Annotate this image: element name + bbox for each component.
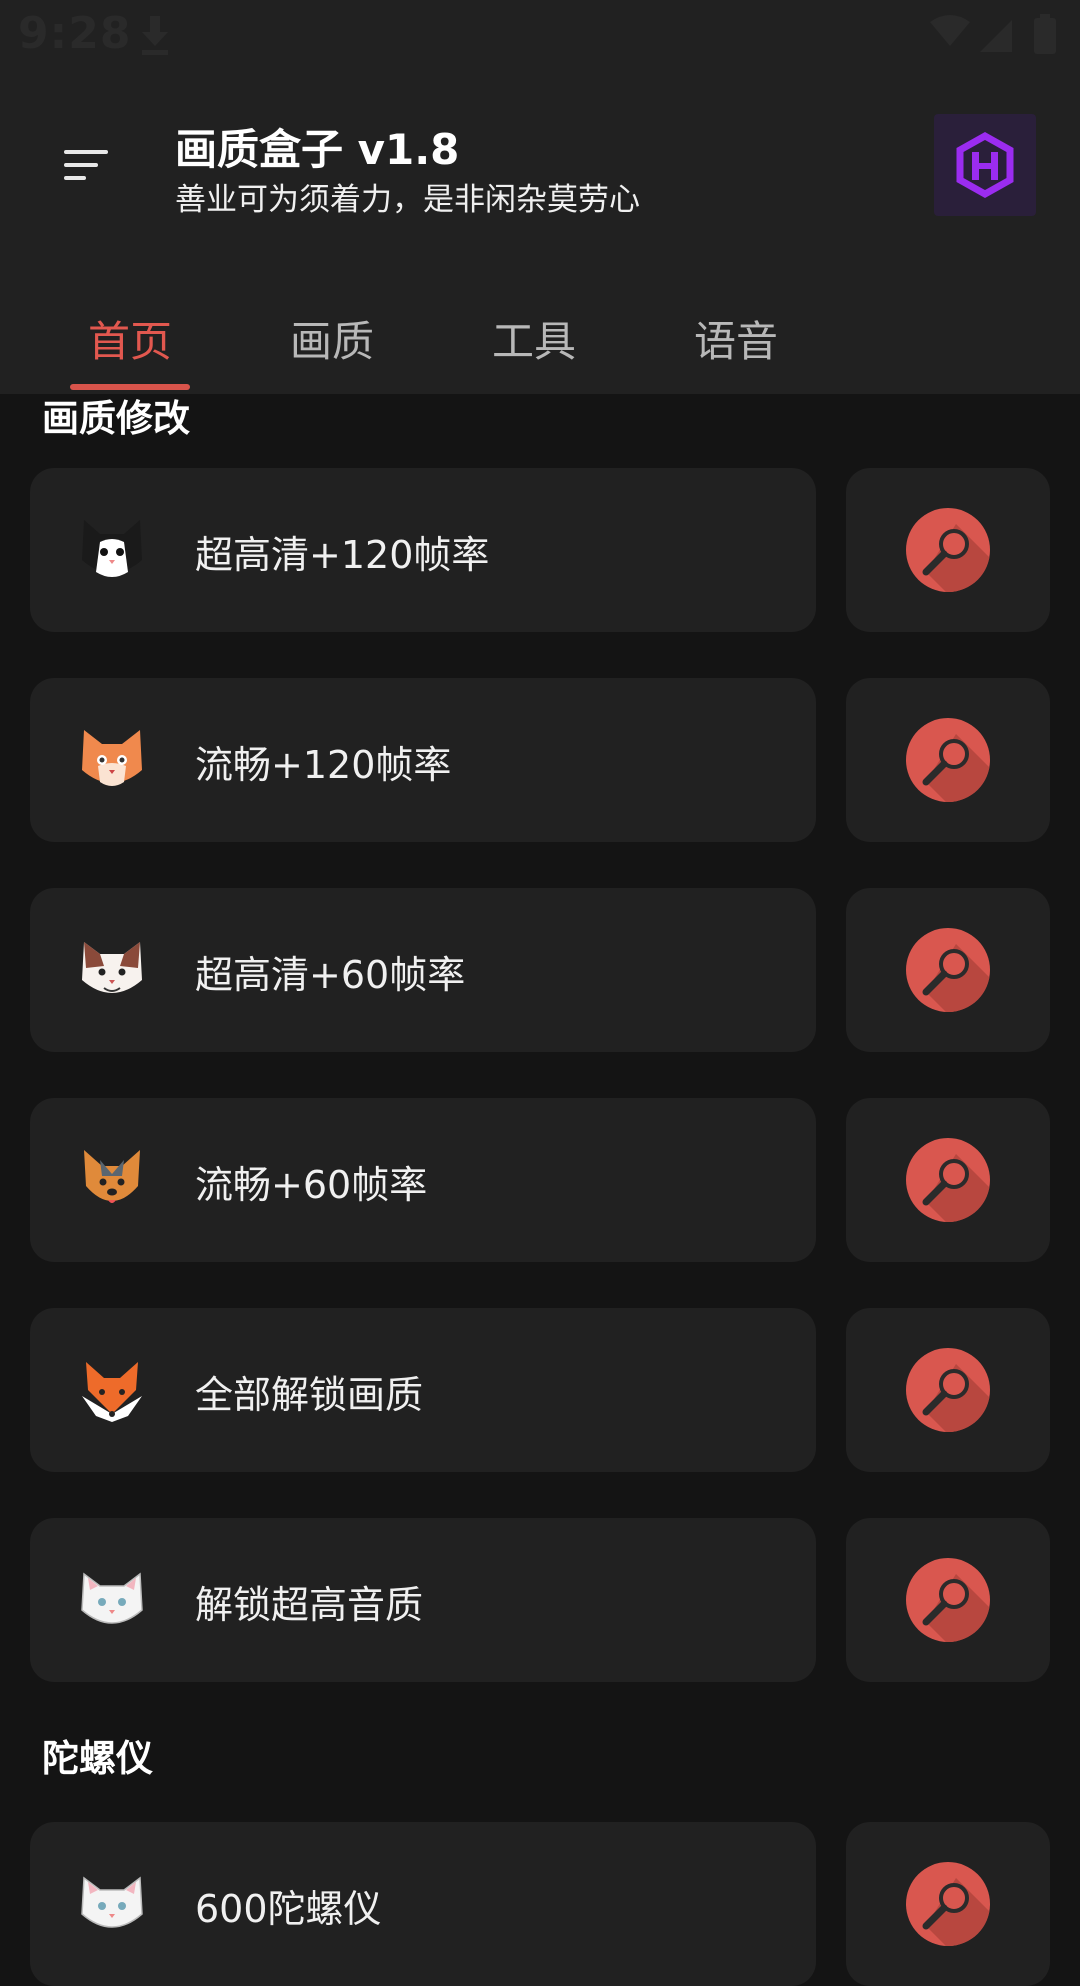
battery-icon: [1034, 14, 1056, 54]
action-button[interactable]: [846, 888, 1050, 1052]
magnifier-icon: [922, 524, 990, 592]
item-label: 超高清+60帧率: [195, 953, 466, 997]
item-label: 解锁超高音质: [195, 1583, 424, 1627]
action-circle: [906, 718, 990, 802]
white-cat-icon: [81, 1876, 143, 1928]
action-button[interactable]: [846, 1308, 1050, 1472]
list-item[interactable]: 全部解锁画质: [30, 1308, 816, 1472]
list-item[interactable]: 超高清+60帧率: [30, 888, 816, 1052]
status-icons: [930, 14, 1056, 54]
status-bar: 9:28: [0, 0, 1080, 74]
action-circle: [906, 928, 990, 1012]
tab-quality[interactable]: 画质: [252, 308, 412, 369]
status-time: 9:28: [18, 8, 132, 59]
action-button[interactable]: [846, 1822, 1050, 1986]
magnifier-icon: [922, 734, 990, 802]
black-white-cat-icon: [82, 520, 142, 577]
hexagon-logo-icon: [956, 132, 1014, 198]
menu-icon[interactable]: [64, 150, 110, 180]
action-circle: [906, 1558, 990, 1642]
terrier-dog-icon: [84, 1150, 140, 1203]
item-label: 600陀螺仪: [195, 1887, 382, 1931]
calico-cat-icon: [82, 942, 142, 993]
tab-home[interactable]: 首页: [50, 308, 210, 369]
section-title: 画质修改: [42, 397, 190, 440]
app-logo[interactable]: [934, 114, 1036, 216]
magnifier-icon: [922, 944, 990, 1012]
fox-icon: [82, 1362, 142, 1422]
white-cat-icon: [81, 1572, 143, 1624]
action-circle: [906, 1348, 990, 1432]
signal-icon: [980, 20, 1012, 52]
list-item[interactable]: 600陀螺仪: [30, 1822, 816, 1986]
magnifier-icon: [922, 1154, 990, 1222]
action-circle: [906, 1862, 990, 1946]
action-circle: [906, 1138, 990, 1222]
item-label: 全部解锁画质: [195, 1373, 424, 1417]
app-subtitle: 善业可为须着力，是非闲杂莫劳心: [175, 182, 640, 218]
action-button[interactable]: [846, 1098, 1050, 1262]
section-title: 陀螺仪: [42, 1737, 153, 1780]
tab-voice[interactable]: 语音: [656, 308, 816, 369]
orange-cat-icon: [82, 730, 142, 786]
list-item[interactable]: 解锁超高音质: [30, 1518, 816, 1682]
list-item[interactable]: 超高清+120帧率: [30, 468, 816, 632]
action-circle: [906, 508, 990, 592]
item-label: 流畅+60帧率: [195, 1163, 428, 1207]
download-icon: [142, 16, 168, 55]
list-item[interactable]: 流畅+60帧率: [30, 1098, 816, 1262]
action-button[interactable]: [846, 1518, 1050, 1682]
app-title: 画质盒子 v1.8: [175, 125, 460, 174]
list-item[interactable]: 流畅+120帧率: [30, 678, 816, 842]
magnifier-icon: [922, 1364, 990, 1432]
item-label: 流畅+120帧率: [195, 743, 452, 787]
tab-bar: 首页 画质 工具 语音: [0, 290, 1080, 394]
action-button[interactable]: [846, 678, 1050, 842]
item-label: 超高清+120帧率: [195, 533, 490, 577]
magnifier-icon: [922, 1574, 990, 1642]
tab-tools[interactable]: 工具: [454, 308, 614, 369]
magnifier-icon: [922, 1878, 990, 1946]
action-button[interactable]: [846, 468, 1050, 632]
wifi-icon: [930, 15, 970, 46]
